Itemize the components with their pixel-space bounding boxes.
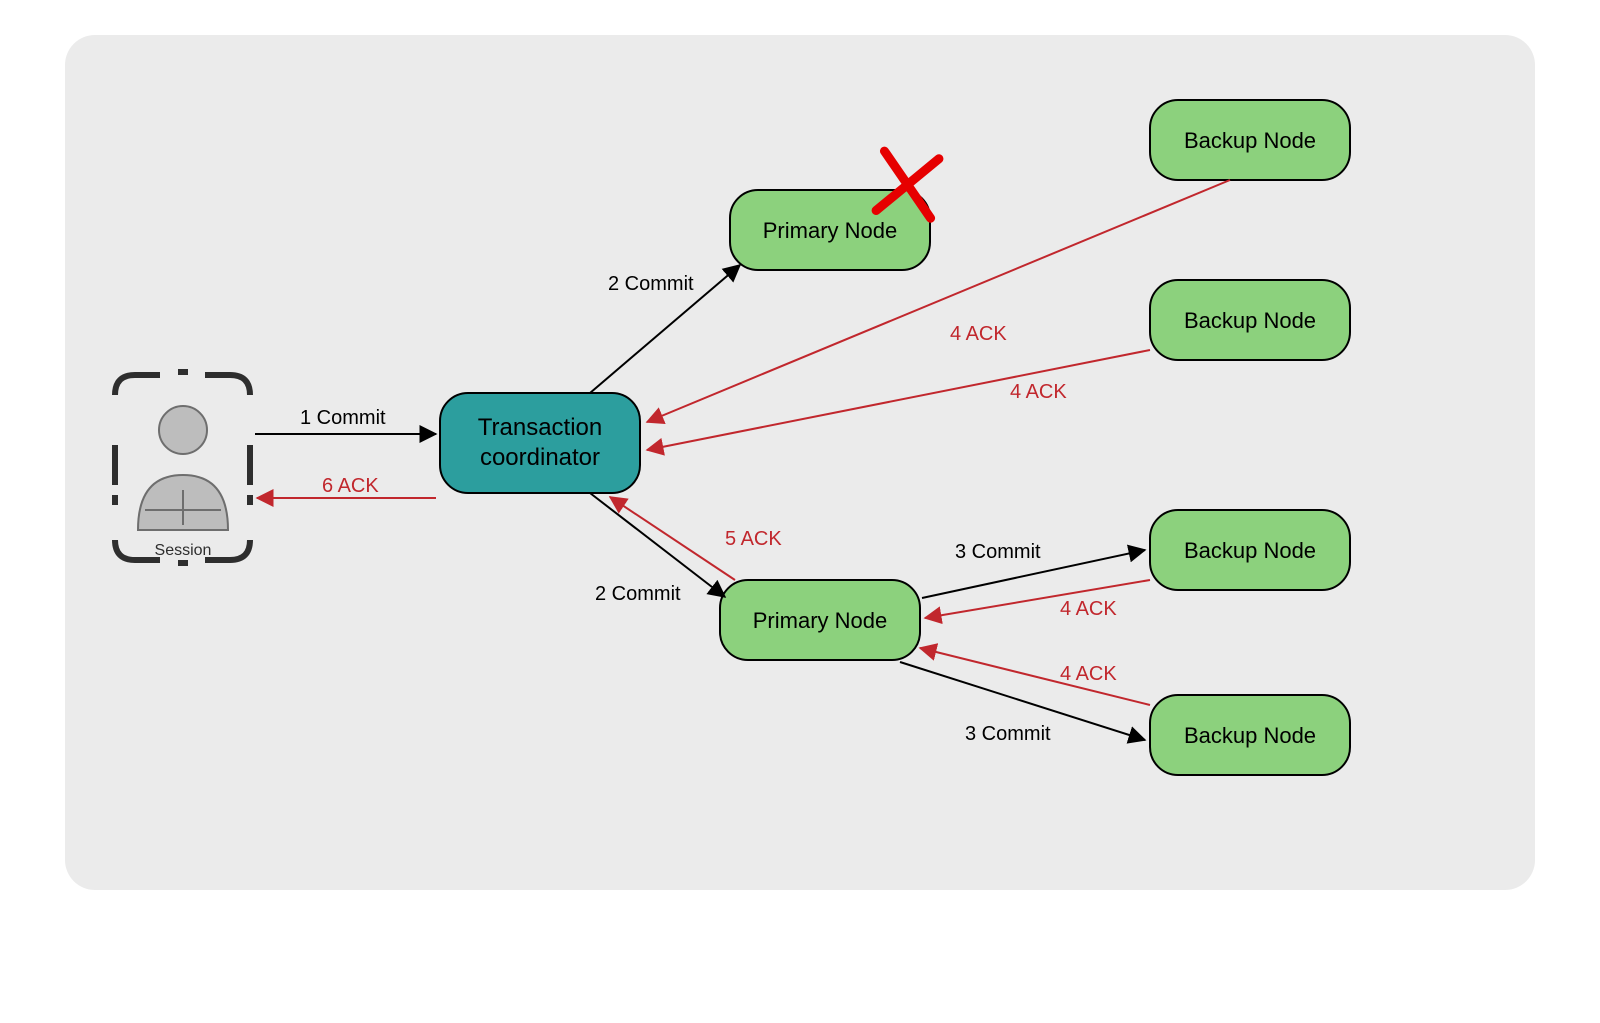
edge-5-ack-label: 5 ACK [725, 528, 782, 550]
backup-node-3: Backup Node [1150, 510, 1350, 590]
edge-4-ack-b4-label: 4 ACK [1060, 663, 1117, 685]
edge-4-ack-b2 [647, 350, 1150, 450]
transaction-coordinator-node: Transaction coordinator [440, 393, 640, 493]
primary-node-2: Primary Node [720, 580, 920, 660]
edge-2-commit-bottom-label: 2 Commit [595, 583, 681, 605]
backup-node-2: Backup Node [1150, 280, 1350, 360]
coordinator-label-line1: Transaction [478, 414, 603, 441]
backup-node-3-label: Backup Node [1184, 538, 1316, 563]
edge-3-commit-b3-label: 3 Commit [955, 541, 1041, 563]
backup-node-1-label: Backup Node [1184, 128, 1316, 153]
session-actor: Session [115, 372, 250, 563]
backup-node-2-label: Backup Node [1184, 308, 1316, 333]
edge-4-ack-b3-label: 4 ACK [1060, 598, 1117, 620]
backup-node-4: Backup Node [1150, 695, 1350, 775]
session-label: Session [155, 542, 212, 559]
diagram-svg: Session Transaction coordinator Primary … [0, 0, 1600, 1023]
edge-2-commit-top-label: 2 Commit [608, 273, 694, 295]
primary-node-2-label: Primary Node [753, 608, 887, 633]
coordinator-label-line2: coordinator [480, 444, 600, 471]
edge-2-commit-bottom [590, 493, 725, 597]
edge-4-ack-b2-label: 4 ACK [1010, 381, 1067, 403]
edge-5-ack [610, 497, 735, 580]
backup-node-1: Backup Node [1150, 100, 1350, 180]
edge-1-commit-label: 1 Commit [300, 407, 386, 429]
edge-3-commit-b4-label: 3 Commit [965, 723, 1051, 745]
backup-node-4-label: Backup Node [1184, 723, 1316, 748]
edge-6-ack-label: 6 ACK [322, 475, 379, 497]
primary-node-1-label: Primary Node [763, 218, 897, 243]
primary-node-1: Primary Node [730, 151, 939, 270]
edge-4-ack-b1-label: 4 ACK [950, 323, 1007, 345]
